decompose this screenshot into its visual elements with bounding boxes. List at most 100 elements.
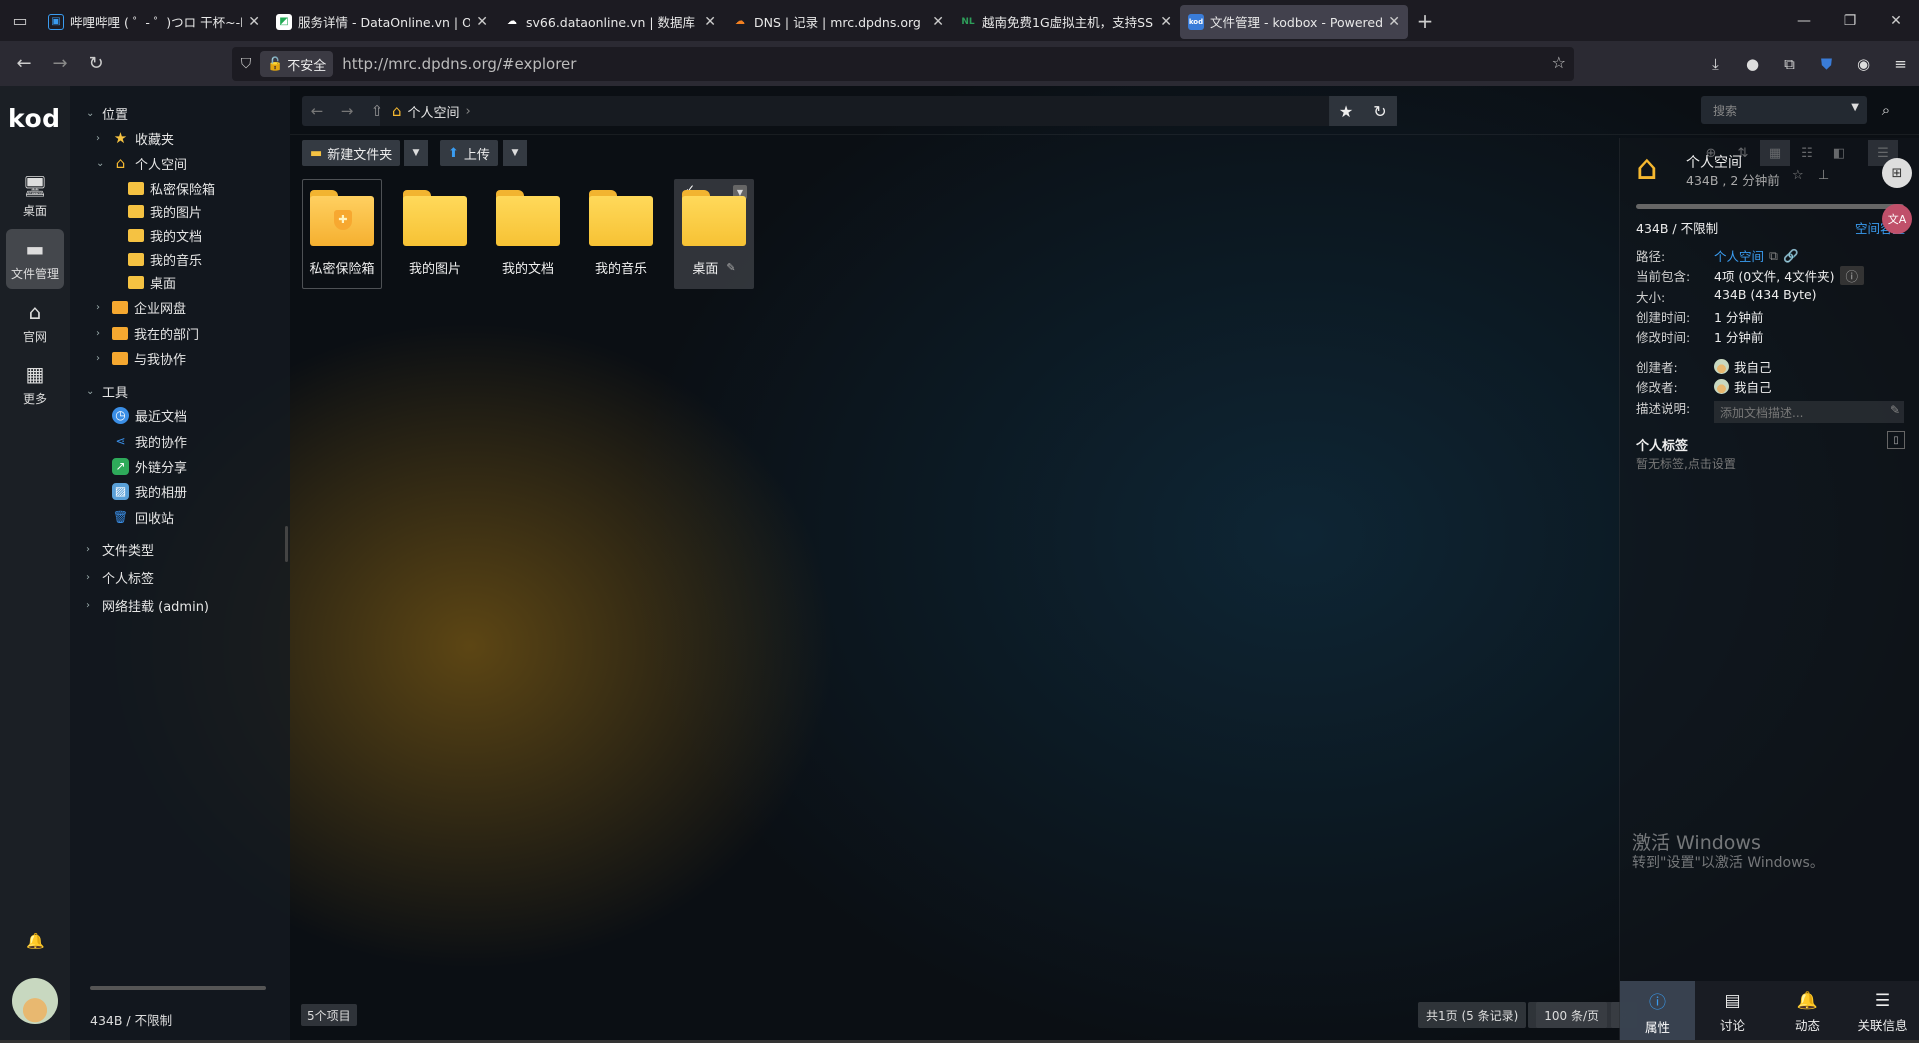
folder-icon: [128, 228, 144, 242]
browser-tab[interactable]: ☁ sv66.dataonline.vn | 数据库 - Di ✕: [496, 5, 724, 39]
restore-icon[interactable]: ❐: [1827, 0, 1873, 41]
url-text[interactable]: http://mrc.dpdns.org/#explorer: [342, 55, 576, 73]
account-icon[interactable]: ●: [1734, 55, 1771, 73]
file-item[interactable]: ✚ 私密保险箱: [302, 179, 382, 289]
close-window-icon[interactable]: ✕: [1873, 0, 1919, 41]
avatar: [1714, 379, 1729, 394]
url-bar[interactable]: ⛉ 🔓 不安全 http://mrc.dpdns.org/#explorer ☆: [232, 47, 1574, 81]
tab-list-icon[interactable]: ▭: [0, 0, 40, 41]
tree-network-mount[interactable]: › 网络挂载 (admin): [86, 594, 209, 616]
file-item[interactable]: 我的图片: [395, 179, 475, 289]
tree-my-collab[interactable]: ⋖ 我的协作: [112, 430, 187, 452]
iconbar-more[interactable]: ▦ 更多: [6, 354, 64, 414]
iconbar-website[interactable]: ⌂ 官网: [6, 292, 64, 352]
browser-tab[interactable]: ◩ 服务详情 - DataOnline.vn | Onli ✕: [268, 5, 496, 39]
tree-label: 个人空间: [135, 157, 188, 173]
tree-link-share[interactable]: ↗ 外链分享: [112, 455, 187, 477]
floating-apps-icon[interactable]: ⊞: [1882, 158, 1912, 188]
tree-item-desktop[interactable]: 桌面: [128, 271, 176, 293]
insecure-badge[interactable]: 🔓 不安全: [260, 51, 334, 77]
new-folder-dropdown[interactable]: ▼: [404, 140, 428, 166]
bitwarden-icon[interactable]: ⛊: [1808, 55, 1845, 73]
close-tab-icon[interactable]: ✕: [1388, 14, 1400, 30]
info-icon[interactable]: ⓘ: [1839, 266, 1865, 285]
caret-down-icon[interactable]: ▼: [1851, 102, 1859, 113]
favorite-star-button[interactable]: ★: [1329, 96, 1363, 126]
tab-discussion[interactable]: ▤ 讨论: [1695, 981, 1770, 1043]
edit-icon[interactable]: ✎: [726, 261, 735, 274]
pin-icon[interactable]: ⊥: [1818, 168, 1829, 183]
tree-location[interactable]: ⌄ 位置: [86, 102, 128, 124]
browser-tab[interactable]: NL 越南免费1G虚拟主机，支持SSL ✕: [952, 5, 1180, 39]
bell-icon[interactable]: 🔔: [26, 932, 45, 950]
extension-avatar-icon[interactable]: ◉: [1845, 55, 1882, 73]
tree-album[interactable]: ▨ 我的相册: [112, 480, 187, 502]
file-item[interactable]: 我的文档: [488, 179, 568, 289]
tree-favorites[interactable]: › ★ 收藏夹: [96, 127, 174, 149]
upload-dropdown[interactable]: ▼: [503, 140, 527, 166]
menu-icon[interactable]: ≡: [1882, 55, 1919, 73]
tree-file-types[interactable]: › 文件类型: [86, 538, 154, 560]
tree-collab[interactable]: › 与我协作: [96, 347, 186, 369]
tree-label: 位置: [102, 107, 129, 123]
minimize-icon[interactable]: —: [1781, 0, 1827, 41]
sidebar-resize-handle[interactable]: [285, 526, 288, 562]
new-folder-button[interactable]: ▬ 新建文件夹: [302, 140, 401, 166]
tree-tools[interactable]: ⌄ 工具: [86, 380, 128, 402]
forward-icon[interactable]: →: [42, 46, 78, 82]
description-input[interactable]: 添加文档描述... ✎: [1714, 401, 1904, 423]
download-icon[interactable]: ⤓: [1697, 55, 1734, 73]
close-tab-icon[interactable]: ✕: [932, 14, 944, 30]
close-tab-icon[interactable]: ✕: [1160, 14, 1172, 30]
copy-icon[interactable]: ⧉: [1769, 248, 1778, 264]
file-item[interactable]: 我的音乐: [581, 179, 661, 289]
close-tab-icon[interactable]: ✕: [248, 14, 260, 30]
upload-button[interactable]: ⬆ 上传: [440, 140, 498, 166]
browser-tab[interactable]: ▣ 哔哩哔哩 ( ゜- ゜)つロ 干杯~-bili ✕: [40, 5, 268, 39]
tags-empty-link[interactable]: 暂无标签,点击设置: [1636, 455, 1736, 472]
tree-item-vault[interactable]: 私密保险箱: [128, 177, 215, 199]
breadcrumb[interactable]: ⌂ 个人空间 ›: [380, 96, 1330, 126]
tree-label: 个人标签: [102, 571, 155, 587]
tab-properties[interactable]: ⓘ 属性: [1620, 981, 1695, 1043]
bookmark-star-icon[interactable]: ☆: [1552, 53, 1566, 72]
tree-department[interactable]: › 我在的部门: [96, 322, 199, 344]
close-tab-icon[interactable]: ✕: [476, 14, 488, 30]
path-link[interactable]: 个人空间: [1714, 246, 1764, 265]
close-tab-icon[interactable]: ✕: [704, 14, 716, 30]
tree-item-documents[interactable]: 我的文档: [128, 224, 202, 246]
star-outline-icon[interactable]: ☆: [1792, 168, 1804, 183]
tree-label: 我的音乐: [150, 253, 203, 269]
iconbar-desktop[interactable]: 🖥 桌面: [6, 166, 64, 226]
chevron-down-icon: ⌄: [96, 157, 105, 169]
tree-item-pictures[interactable]: 我的图片: [128, 200, 202, 222]
floating-translate-icon[interactable]: 文A: [1882, 204, 1912, 234]
tree-personal-tags[interactable]: › 个人标签: [86, 566, 154, 588]
search-input[interactable]: 搜索 ▼: [1701, 96, 1867, 124]
browser-tab-active[interactable]: kod 文件管理 - kodbox - Powered b ✕: [1180, 4, 1408, 39]
tree-enterprise[interactable]: › 企业网盘: [96, 296, 186, 318]
breadcrumb-item[interactable]: 个人空间: [408, 102, 460, 121]
back-icon[interactable]: ←: [6, 46, 42, 82]
refresh-button[interactable]: ↻: [1363, 96, 1397, 126]
browser-tab[interactable]: ☁ DNS | 记录 | mrc.dpdns.org | Dig ✕: [724, 5, 952, 39]
tag-settings-icon[interactable]: ▯: [1887, 431, 1905, 449]
link-icon[interactable]: 🔗: [1783, 248, 1799, 264]
tree-item-music[interactable]: 我的音乐: [128, 248, 202, 270]
tree-recycle-bin[interactable]: 🗑 回收站: [112, 506, 174, 528]
iconbar-file-manager[interactable]: ▬ 文件管理: [6, 229, 64, 289]
tab-related[interactable]: ☰ 关联信息: [1845, 981, 1919, 1043]
pencil-icon[interactable]: ✎: [1890, 403, 1900, 417]
reload-icon[interactable]: ↻: [78, 46, 114, 82]
tree-personal-space[interactable]: ⌄ ⌂ 个人空间: [96, 152, 187, 174]
shield-icon[interactable]: ⛉: [232, 56, 260, 72]
tree-recent-docs[interactable]: ◷ 最近文档: [112, 404, 187, 426]
path-forward-icon[interactable]: →: [332, 96, 362, 126]
file-item-selected[interactable]: ✓ ▼ 桌面 ✎: [674, 179, 754, 289]
avatar[interactable]: [12, 978, 58, 1024]
path-back-icon[interactable]: ←: [302, 96, 332, 126]
search-icon[interactable]: ⌕: [1872, 96, 1900, 124]
tab-activity[interactable]: 🔔 动态: [1770, 981, 1845, 1043]
new-tab-button[interactable]: +: [1408, 9, 1442, 33]
extensions-icon[interactable]: ⧉: [1771, 55, 1808, 73]
